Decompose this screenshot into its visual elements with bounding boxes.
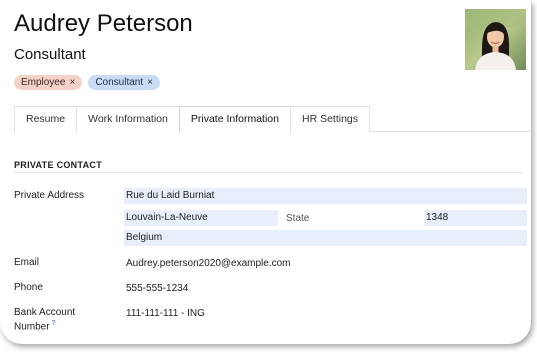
tag-employee[interactable]: Employee ×	[14, 75, 83, 90]
private-address-label: Private Address	[14, 190, 85, 201]
bank-account-label-line2: Number?	[14, 320, 55, 332]
help-icon[interactable]: ?	[52, 320, 56, 327]
section-divider	[14, 172, 523, 173]
avatar-photo-image	[465, 9, 526, 70]
country-field[interactable]: Belgium	[124, 230, 527, 246]
tab-hr-settings[interactable]: HR Settings	[289, 106, 371, 132]
tags-list: Employee × Consultant ×	[14, 75, 160, 90]
employee-form-card: Audrey Peterson Consultant Employee × Co…	[0, 0, 531, 344]
bank-account-label: Bank Account	[14, 307, 76, 318]
state-placeholder: State	[286, 213, 310, 224]
tag-label: Consultant	[95, 77, 144, 88]
bank-label-number: Number	[14, 321, 50, 333]
tag-consultant[interactable]: Consultant ×	[88, 75, 160, 90]
tab-private-information[interactable]: Private Information	[178, 106, 291, 133]
phone-label: Phone	[14, 282, 43, 293]
employee-photo[interactable]	[465, 9, 526, 70]
tab-work-information[interactable]: Work Information	[76, 106, 180, 132]
section-title-private-contact: PRIVATE CONTACT	[14, 160, 102, 170]
tab-resume[interactable]: Resume	[14, 106, 78, 132]
tag-label: Employee	[21, 77, 66, 88]
city-field[interactable]: Louvain-La-Neuve	[124, 210, 278, 226]
employee-name[interactable]: Audrey Peterson	[14, 10, 193, 38]
state-field[interactable]: State	[286, 213, 309, 224]
email-field[interactable]: Audrey.peterson2020@example.com	[126, 258, 291, 269]
remove-tag-icon[interactable]: ×	[69, 77, 75, 88]
form-tabs: Resume Work Information Private Informat…	[14, 106, 531, 133]
job-title[interactable]: Consultant	[14, 46, 86, 63]
remove-tag-icon[interactable]: ×	[147, 77, 153, 88]
phone-field[interactable]: 555-555-1234	[126, 283, 188, 294]
email-label: Email	[14, 257, 40, 268]
street-field[interactable]: Rue du Laid Burniat	[124, 188, 527, 204]
bank-account-field[interactable]: 111-111-111 - ING	[126, 308, 205, 319]
zip-field[interactable]: 1348	[424, 210, 527, 226]
